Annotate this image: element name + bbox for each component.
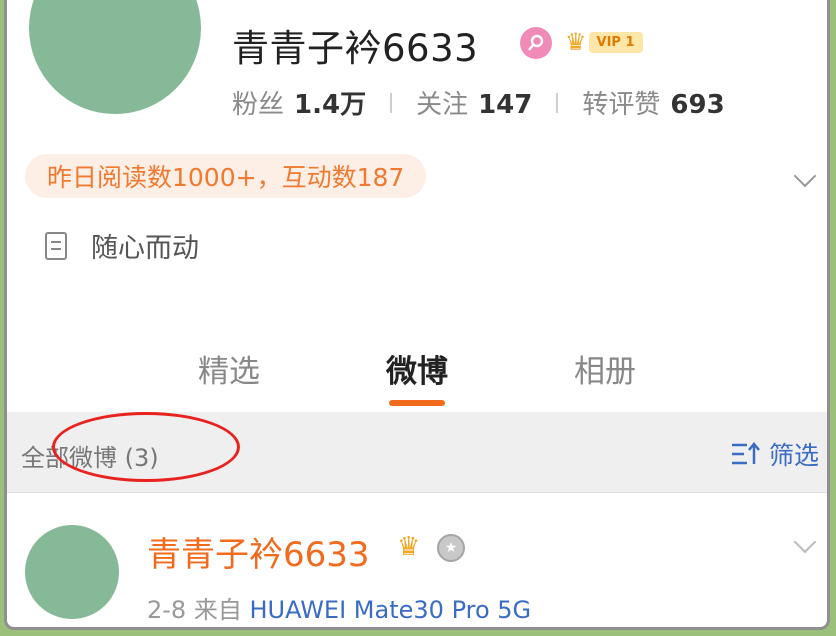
divider [556, 92, 559, 113]
chevron-down-icon[interactable] [793, 164, 817, 188]
filter-label: 筛选 [768, 441, 819, 470]
tab-featured[interactable]: 精选 [135, 340, 323, 412]
stat-label: 关注 [416, 90, 469, 120]
stat-following[interactable]: 关注 147 [416, 84, 532, 121]
post-meta: 2-8 来自 HUAWEI Mate30 Pro 5G [147, 590, 531, 625]
post-menu-chevron-icon[interactable] [793, 530, 817, 554]
profile-page: 青青子衿6633 ♛ VIP 1 粉丝 1.4万 关注 147 转评赞 693 昨日阅… [4, 0, 830, 630]
crown-icon: ♛ [397, 532, 421, 562]
vip-badge[interactable]: ♛ VIP 1 [565, 28, 643, 56]
filter-button[interactable]: 筛选 [731, 436, 819, 472]
post-device-link[interactable]: HUAWEI Mate30 Pro 5G [249, 596, 531, 624]
profile-name: 青青子衿6633 [232, 27, 479, 70]
profile-avatar[interactable] [29, 0, 201, 114]
reading-stats-pill[interactable]: 昨日阅读数1000+，互动数187 [25, 154, 427, 198]
stat-label: 转评赞 [582, 90, 661, 120]
crown-icon: ♛ [565, 28, 587, 56]
profile-bio: 随心而动 [45, 226, 199, 265]
stat-followers[interactable]: 粉丝 1.4万 [232, 84, 366, 121]
post-author-avatar[interactable] [25, 525, 119, 619]
post-source-prefix: 来自 [193, 596, 242, 624]
post-author-name[interactable]: 青青子衿6633 [147, 527, 370, 576]
stat-value: 1.4万 [294, 90, 367, 120]
stat-interactions[interactable]: 转评赞 693 [582, 84, 724, 121]
red-circle-annotation [52, 412, 240, 482]
divider [390, 92, 393, 113]
vip-level-label: VIP 1 [588, 31, 643, 53]
stat-value: 147 [478, 90, 533, 120]
bio-text: 随心而动 [91, 233, 199, 264]
medal-icon: ★ [437, 534, 465, 562]
document-icon [45, 231, 67, 260]
post-date: 2-8 [147, 596, 187, 624]
tab-album[interactable]: 相册 [511, 340, 699, 412]
profile-tabs: 精选 微博 相册 [7, 340, 827, 412]
stat-label: 粉丝 [232, 90, 285, 120]
profile-stats: 粉丝 1.4万 关注 147 转评赞 693 [232, 84, 725, 121]
female-gender-icon [520, 27, 552, 59]
filter-icon [731, 442, 760, 465]
stat-value: 693 [670, 90, 725, 120]
tab-weibo[interactable]: 微博 [323, 340, 511, 412]
